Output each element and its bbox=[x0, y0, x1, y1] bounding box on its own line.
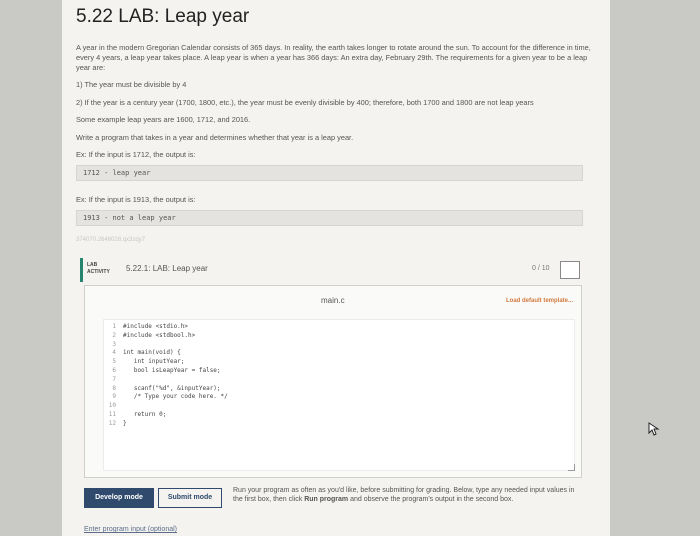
example-leap-years: Some example leap years are 1600, 1712, … bbox=[76, 115, 251, 124]
example-2-output: 1913 - not a leap year bbox=[76, 210, 583, 226]
line-numbers: 1 2 3 4 5 6 7 8 9 10 11 12 bbox=[108, 323, 116, 427]
code-editor-panel: main.c Load default template... 1 2 3 4 … bbox=[84, 285, 582, 478]
example-2-label: Ex: If the input is 1913, the output is: bbox=[76, 195, 196, 204]
rule-2: 2) If the year is a century year (1700, … bbox=[76, 98, 534, 107]
program-input-label: Enter program input (optional) bbox=[84, 526, 177, 533]
submit-mode-button[interactable]: Submit mode bbox=[158, 488, 222, 508]
rule-1: 1) The year must be divisible by 4 bbox=[76, 80, 187, 89]
run-program-emphasis: Run program bbox=[304, 496, 349, 503]
lab-activity-name: 5.22.1: LAB: Leap year bbox=[126, 264, 208, 273]
task-description: Write a program that takes in a year and… bbox=[76, 133, 354, 142]
file-name: main.c bbox=[321, 296, 345, 305]
run-text-part-2: and observe the program's output in the … bbox=[348, 496, 514, 503]
example-1-label: Ex: If the input is 1712, the output is: bbox=[76, 150, 196, 159]
code-text[interactable]: #include <stdio.h> #include <stdbool.h> … bbox=[123, 323, 228, 429]
develop-mode-button[interactable]: Develop mode bbox=[84, 488, 154, 508]
lab-activity-badge: LAB ACTIVITY bbox=[80, 258, 114, 282]
resize-handle-icon[interactable] bbox=[568, 464, 575, 471]
badge-lab: LAB bbox=[87, 262, 98, 268]
example-1-output: 1712 - leap year bbox=[76, 165, 583, 181]
mouse-cursor-icon bbox=[648, 422, 660, 436]
badge-activity: ACTIVITY bbox=[87, 269, 110, 275]
run-instructions: Run your program as often as you'd like,… bbox=[233, 486, 583, 504]
load-default-template-link[interactable]: Load default template... bbox=[506, 298, 573, 304]
activity-id: 374070.2646028.qx3zqy7 bbox=[76, 237, 146, 243]
lab-activity-header: LAB ACTIVITY 5.22.1: LAB: Leap year 0 / … bbox=[76, 256, 586, 284]
score-box bbox=[560, 261, 580, 279]
intro-paragraph: A year in the modern Gregorian Calendar … bbox=[76, 43, 591, 72]
score-text: 0 / 10 bbox=[532, 265, 550, 272]
page-title: 5.22 LAB: Leap year bbox=[76, 6, 250, 27]
